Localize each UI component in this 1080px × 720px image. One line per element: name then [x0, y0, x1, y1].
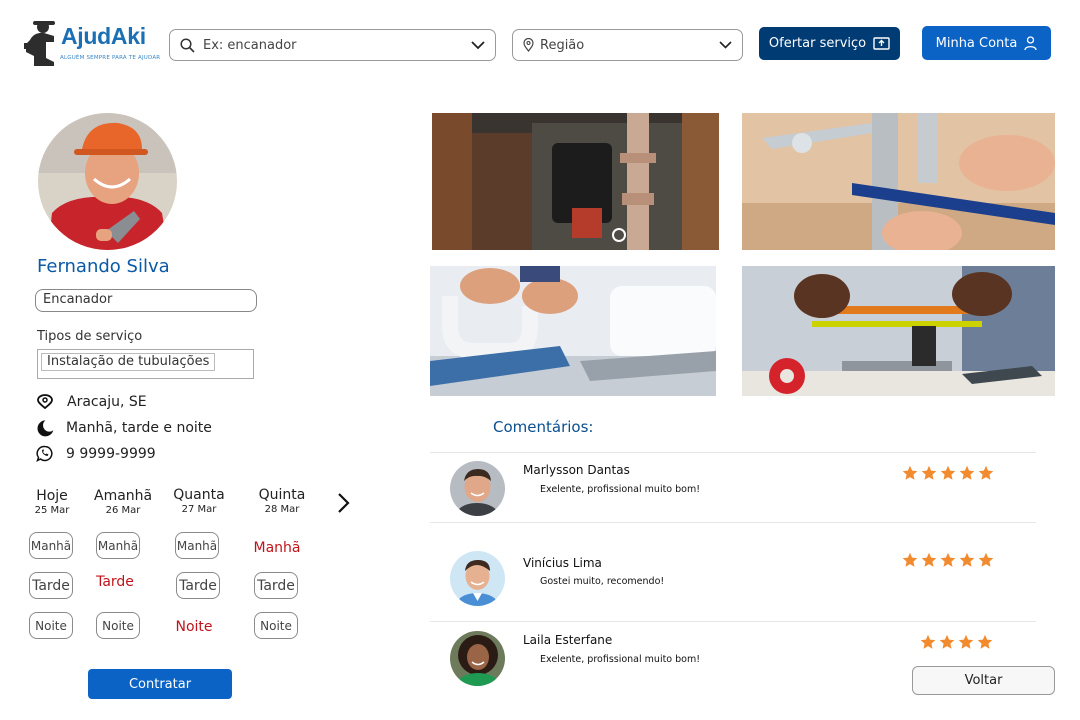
star-icon — [921, 552, 937, 567]
user-icon — [1024, 35, 1038, 50]
slot-tomorrow-morning[interactable]: Manhã — [96, 532, 140, 559]
slot-thursday-afternoon[interactable]: Tarde — [254, 572, 298, 599]
slot-today-night[interactable]: Noite — [29, 612, 73, 639]
star-icon — [959, 552, 975, 567]
service-types-label: Tipos de serviço — [37, 329, 143, 344]
star-icon — [921, 465, 937, 480]
star-rating — [902, 465, 994, 481]
slot-wednesday-afternoon[interactable]: Tarde — [176, 572, 220, 599]
star-icon — [940, 552, 956, 567]
star-icon — [958, 634, 974, 649]
search-placeholder: Ex: encanador — [203, 37, 297, 53]
day-date: 27 Mar — [181, 504, 217, 515]
slot-today-afternoon[interactable]: Tarde — [29, 572, 73, 599]
commenter-name: Marlysson Dantas — [523, 463, 630, 477]
search-icon — [180, 37, 195, 53]
profile-name: Fernando Silva — [37, 256, 170, 277]
back-button[interactable]: Voltar — [912, 666, 1055, 695]
availability-row: Manhã, tarde e noite — [36, 419, 212, 437]
work-photo-4[interactable] — [742, 266, 1055, 396]
chevron-down-icon[interactable] — [719, 41, 732, 49]
work-photo-2[interactable] — [742, 113, 1055, 250]
commenter-avatar — [450, 461, 505, 516]
chevron-right-icon[interactable] — [335, 491, 353, 515]
work-photo-3[interactable] — [430, 266, 716, 396]
upload-box-icon — [873, 37, 890, 50]
day-name: Quinta — [258, 487, 306, 503]
logo-tagline: ALGUÉM SEMPRE PARA TE AJUDAR — [60, 55, 161, 61]
slot-today-morning[interactable]: Manhã — [29, 532, 73, 559]
location-text: Aracaju, SE — [67, 394, 147, 410]
star-rating — [920, 634, 993, 650]
star-icon — [978, 465, 994, 480]
slot-thursday-morning-selected[interactable]: Manhã — [254, 534, 301, 561]
star-icon — [920, 634, 936, 649]
plumber-logo-icon — [24, 21, 55, 66]
day-name: Hoje — [36, 488, 68, 504]
divider — [430, 621, 1036, 622]
day-col-tomorrow: Amanhã 26 Mar — [94, 488, 152, 516]
star-icon — [978, 552, 994, 567]
day-col-thursday: Quinta 28 Mar — [256, 487, 308, 515]
profile-avatar — [38, 113, 177, 250]
location-row: Aracaju, SE — [36, 394, 147, 410]
my-account-label: Minha Conta — [935, 35, 1018, 51]
profession-field: Encanador — [35, 289, 257, 312]
divider — [430, 522, 1036, 523]
region-select[interactable]: Região — [512, 29, 743, 61]
location-pin-icon — [523, 38, 534, 52]
hire-button[interactable]: Contratar — [88, 669, 232, 699]
moon-icon — [37, 420, 54, 437]
day-date: 26 Mar — [105, 505, 141, 516]
offer-service-label: Ofertar serviço — [768, 36, 867, 51]
availability-text: Manhã, tarde e noite — [66, 420, 212, 436]
day-col-wednesday: Quanta 27 Mar — [172, 487, 226, 515]
star-icon — [940, 465, 956, 480]
divider — [430, 452, 1036, 453]
service-type-chip: Instalação de tubulações — [41, 353, 216, 371]
day-date: 25 Mar — [34, 505, 70, 516]
search-input[interactable]: Ex: encanador — [169, 29, 496, 61]
service-types-box: Instalação de tubulações — [37, 349, 254, 379]
my-account-button[interactable]: Minha Conta — [922, 26, 1051, 60]
location-icon — [37, 394, 53, 410]
star-icon — [902, 465, 918, 480]
star-icon — [959, 465, 975, 480]
comment-text: Gostei muito, recomendo! — [540, 576, 665, 587]
phone-text: 9 9999-9999 — [66, 445, 156, 462]
star-rating — [902, 552, 994, 568]
day-col-today: Hoje 25 Mar — [30, 488, 74, 516]
day-name: Quanta — [173, 487, 225, 503]
region-placeholder: Região — [540, 37, 585, 53]
work-photo-1[interactable] — [432, 113, 719, 250]
chevron-down-icon[interactable] — [471, 40, 485, 50]
phone-row: 9 9999-9999 — [36, 445, 156, 462]
commenter-avatar — [450, 631, 505, 686]
star-icon — [939, 634, 955, 649]
slot-thursday-night[interactable]: Noite — [254, 612, 298, 639]
comment-text: Exelente, profissional muito bom! — [540, 654, 701, 665]
slot-tomorrow-night[interactable]: Noite — [96, 612, 140, 639]
comment-text: Exelente, profissional muito bom! — [540, 484, 701, 495]
logo[interactable]: AjudAki ALGUÉM SEMPRE PARA TE AJUDAR — [24, 18, 164, 68]
day-name: Amanhã — [94, 488, 153, 504]
slot-wednesday-night-selected[interactable]: Noite — [172, 613, 216, 640]
logo-text: AjudAki — [61, 23, 146, 49]
star-icon — [977, 634, 993, 649]
commenter-name: Vinícius Lima — [523, 556, 602, 570]
slot-tomorrow-afternoon-selected[interactable]: Tarde — [93, 568, 137, 595]
day-date: 28 Mar — [264, 504, 300, 515]
commenter-name: Laila Esterfane — [523, 633, 613, 647]
star-icon — [902, 552, 918, 567]
whatsapp-icon — [36, 445, 53, 462]
offer-service-button[interactable]: Ofertar serviço — [759, 27, 900, 60]
slot-wednesday-morning[interactable]: Manhã — [175, 532, 219, 559]
comments-title: Comentários: — [493, 418, 594, 436]
commenter-avatar — [450, 551, 505, 606]
